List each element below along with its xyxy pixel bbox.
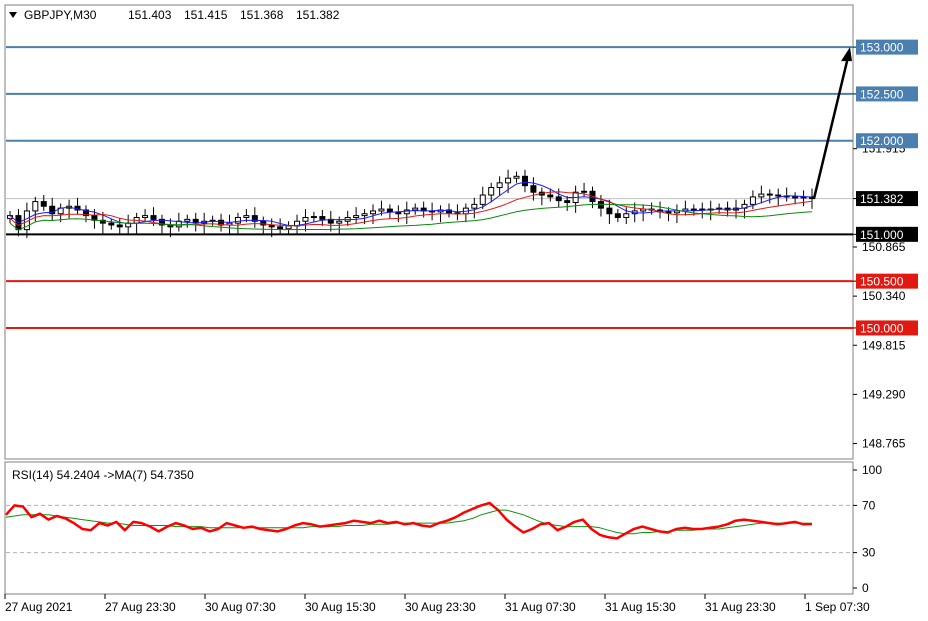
svg-text:150.500: 150.500 <box>860 275 904 289</box>
svg-text:153.000: 153.000 <box>860 41 904 55</box>
candle-body <box>471 203 478 209</box>
candle-body <box>513 175 520 179</box>
candle-body <box>547 194 554 198</box>
candle-body <box>564 200 571 204</box>
candle-body <box>142 215 149 218</box>
svg-text:150.000: 150.000 <box>860 321 904 335</box>
candle-body <box>336 220 343 224</box>
candle-body <box>40 201 47 207</box>
candle-body <box>555 196 562 202</box>
candle-body <box>285 225 292 230</box>
candle-body <box>378 208 385 212</box>
candle-body <box>361 213 368 217</box>
candle-body <box>386 208 393 213</box>
level-label-resistance: 152.000 <box>856 133 918 149</box>
candle-body <box>302 216 309 222</box>
price-tick-label: 150.340 <box>862 289 906 303</box>
svg-text:152.500: 152.500 <box>860 87 904 101</box>
candle-body <box>319 216 326 220</box>
svg-text:152.000: 152.000 <box>860 134 904 148</box>
price-tick-label: 148.765 <box>862 437 906 451</box>
level-label-current: 151.382 <box>856 191 918 207</box>
rsi-tick-label: 0 <box>862 581 869 595</box>
candle-body <box>606 207 613 215</box>
rsi-tick-label: 70 <box>862 498 876 512</box>
rsi-tick-label: 30 <box>862 546 876 560</box>
candle-body <box>758 193 765 198</box>
time-tick-label: 30 Aug 15:30 <box>305 600 376 614</box>
close-price: 151.382 <box>296 8 340 22</box>
price-tick-label: 149.290 <box>862 387 906 401</box>
open-price: 151.403 <box>128 8 172 22</box>
price-tick-label: 150.865 <box>862 240 906 254</box>
time-tick-label: 1 Sep 07:30 <box>805 600 870 614</box>
candle-body <box>581 190 588 193</box>
time-tick-label: 27 Aug 23:30 <box>105 600 176 614</box>
time-axis: 27 Aug 2021 27 Aug 23:30 30 Aug 07:30 30 Au… <box>4 594 870 614</box>
level-label-support: 150.000 <box>856 320 918 336</box>
candle-body <box>690 208 697 211</box>
candle-body <box>234 216 241 224</box>
svg-text:151.382: 151.382 <box>860 192 904 206</box>
candle-body <box>479 194 486 205</box>
candle-body <box>775 194 782 197</box>
time-tick-label: 27 Aug 2021 <box>5 600 73 614</box>
candle-body <box>766 193 773 196</box>
candle-body <box>32 201 39 212</box>
price-tick-label: 149.815 <box>862 338 906 352</box>
candle-body <box>412 207 419 211</box>
trading-chart: 151.915150.865150.340149.815149.290148.7… <box>4 4 918 614</box>
price-axis: 151.915150.865150.340149.815149.290148.7… <box>853 39 918 451</box>
candle-body <box>505 177 512 184</box>
level-label-support: 150.500 <box>856 273 918 289</box>
rsi-header: RSI(14) 54.2404 ->MA(7) 54.7350 <box>12 468 194 482</box>
candle-body <box>310 216 317 219</box>
candle-body <box>488 187 495 196</box>
chart-window: 151.915 150.865 150.340 149.815 149.290 148.7… <box>0 0 928 621</box>
svg-text:151.000: 151.000 <box>860 228 904 242</box>
level-label-resistance: 153.000 <box>856 39 918 55</box>
candle-body <box>623 213 630 218</box>
candle-body <box>277 226 284 230</box>
time-tick-label: 30 Aug 07:30 <box>205 600 276 614</box>
rsi-tick-label: 100 <box>862 463 882 477</box>
candle-body <box>353 215 360 218</box>
candle-body <box>116 224 123 228</box>
low-price: 151.368 <box>240 8 284 22</box>
candle-body <box>496 182 503 189</box>
candle-body <box>792 196 799 199</box>
time-tick-label: 31 Aug 23:30 <box>705 600 776 614</box>
candle-body <box>597 201 604 209</box>
candle-body <box>108 222 115 226</box>
level-label-pivot: 151.000 <box>856 226 918 242</box>
candle-body <box>521 175 528 187</box>
high-price: 151.415 <box>184 8 228 22</box>
candle-body <box>243 215 250 218</box>
candle-body <box>665 211 672 214</box>
time-tick-label: 31 Aug 07:30 <box>505 600 576 614</box>
candle-body <box>614 213 621 218</box>
candle-body <box>150 215 157 220</box>
time-tick-label: 30 Aug 23:30 <box>405 600 476 614</box>
time-tick-label: 31 Aug 15:30 <box>605 600 676 614</box>
level-label-resistance: 152.500 <box>856 86 918 102</box>
symbol-label: GBPJPY,M30 <box>24 8 97 22</box>
candle-body <box>749 196 756 205</box>
price-panel[interactable] <box>4 4 854 460</box>
candle-body <box>530 185 537 193</box>
candle-body <box>370 210 377 215</box>
candle-body <box>184 218 191 222</box>
